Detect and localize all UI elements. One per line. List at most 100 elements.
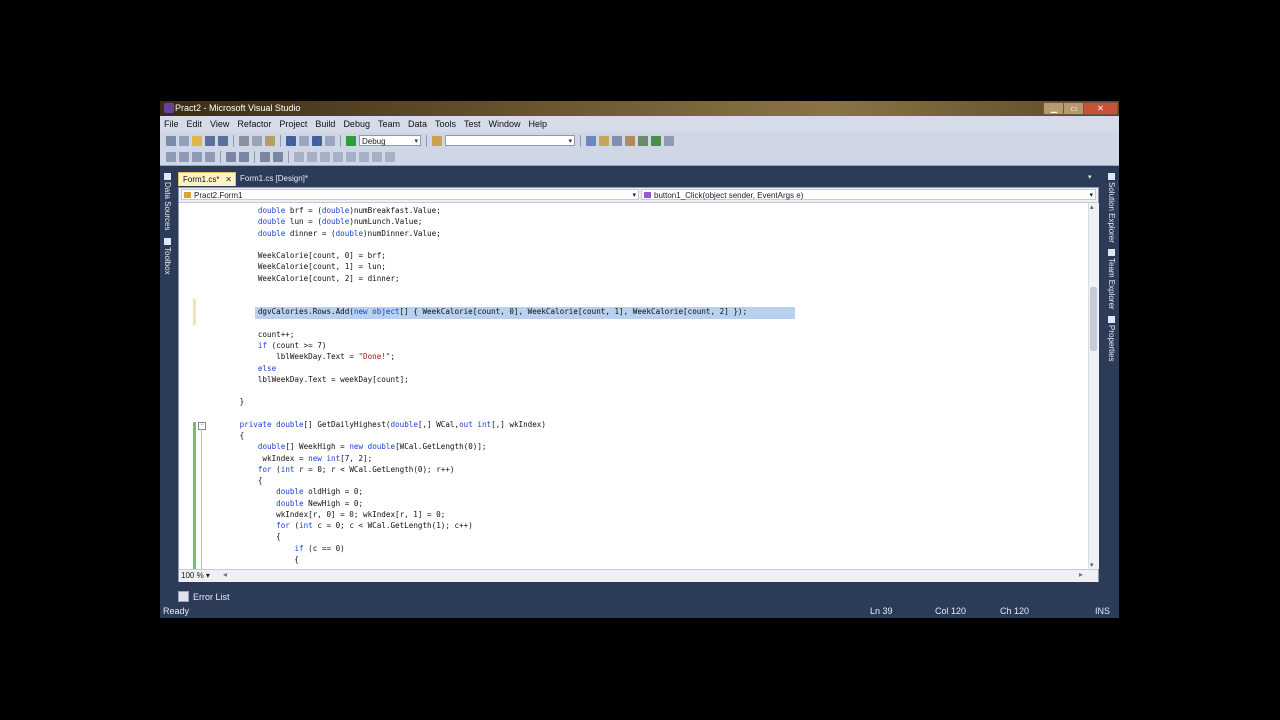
find-in-files-icon[interactable]	[432, 135, 442, 146]
start-debugging-icon[interactable]	[346, 135, 356, 146]
command-window-icon[interactable]	[664, 135, 674, 146]
menu-edit[interactable]: Edit	[187, 119, 203, 129]
toolbox-tab[interactable]: Toolbox	[163, 247, 172, 275]
code-text-area[interactable]: double brf = (double)numBreakfast.Value;…	[203, 205, 1088, 567]
scroll-up-icon[interactable]: ▴	[1090, 203, 1094, 211]
code-line[interactable]: {	[203, 430, 245, 441]
scroll-left-icon[interactable]: ◂	[223, 570, 227, 579]
code-line[interactable]: wkIndex = new int[7, 2];	[203, 453, 372, 464]
parameter-info-icon[interactable]	[179, 152, 189, 162]
display-object-member-list-icon[interactable]	[166, 152, 176, 162]
next-bookmark-folder-icon[interactable]	[346, 152, 356, 162]
add-item-icon[interactable]	[179, 135, 189, 146]
type-dropdown[interactable]: Pract2.Form1 ▾	[181, 189, 639, 200]
code-line[interactable]: {	[203, 554, 299, 565]
code-line[interactable]: double dinner = (double)numDinner.Value;	[203, 228, 441, 239]
navigate-backward-icon[interactable]	[312, 135, 322, 146]
scroll-thumb[interactable]	[1090, 287, 1097, 351]
clear-bookmarks-icon[interactable]	[385, 152, 395, 162]
start-page-icon[interactable]	[638, 135, 648, 146]
increase-indent-icon[interactable]	[239, 152, 249, 162]
code-line[interactable]: {	[203, 475, 263, 486]
paste-icon[interactable]	[265, 135, 275, 146]
word-completion-icon[interactable]	[205, 152, 215, 162]
tab-list-dropdown-icon[interactable]: ▾	[1088, 173, 1092, 181]
scroll-right-icon[interactable]: ▸	[1079, 570, 1083, 579]
zoom-level[interactable]: 100 % ▾	[181, 571, 210, 580]
menu-data[interactable]: Data	[408, 119, 427, 129]
solution-explorer-tab[interactable]: Solution Explorer	[1107, 182, 1116, 243]
open-file-icon[interactable]	[192, 135, 202, 146]
menu-file[interactable]: File	[164, 119, 179, 129]
menu-test[interactable]: Test	[464, 119, 481, 129]
code-line[interactable]: lblWeekDay.Text = "Done!";	[203, 351, 395, 362]
code-line[interactable]: oldHigh = WCal[r, c];	[203, 565, 409, 567]
code-line[interactable]: if (count >= 7)	[203, 340, 327, 351]
code-line[interactable]: wkIndex[r, 0] = 0; wkIndex[r, 1] = 0;	[203, 509, 445, 520]
code-line[interactable]: WeekCalorie[count, 2] = dinner;	[203, 273, 400, 284]
cut-icon[interactable]	[239, 135, 249, 146]
uncomment-lines-icon[interactable]	[273, 152, 283, 162]
properties-tab[interactable]: Properties	[1107, 325, 1116, 361]
menu-help[interactable]: Help	[529, 119, 548, 129]
undo-icon[interactable]	[286, 135, 296, 146]
redo-icon[interactable]	[299, 135, 309, 146]
code-line[interactable]: WeekCalorie[count, 1] = lun;	[203, 261, 386, 272]
comment-lines-icon[interactable]	[260, 152, 270, 162]
next-bookmark-icon[interactable]	[320, 152, 330, 162]
code-line[interactable]: double[] WeekHigh = new double[WCal.GetL…	[203, 441, 487, 452]
properties-icon[interactable]	[599, 135, 609, 146]
code-line[interactable]: if (c == 0)	[203, 543, 344, 554]
member-dropdown[interactable]: button1_Click(object sender, EventArgs e…	[641, 189, 1096, 200]
code-line[interactable]: dgvCalories.Rows.Add(new object[] { Week…	[203, 306, 747, 317]
previous-bookmark-icon[interactable]	[307, 152, 317, 162]
team-explorer-tab[interactable]: Team Explorer	[1107, 258, 1116, 310]
object-browser-icon[interactable]	[612, 135, 622, 146]
solution-configuration-select[interactable]: Debug ▾	[359, 135, 421, 146]
previous-bookmark-folder-icon[interactable]	[333, 152, 343, 162]
error-list-tab[interactable]: Error List	[178, 590, 230, 603]
code-line[interactable]: double brf = (double)numBreakfast.Value;	[203, 205, 441, 216]
toggle-bookmark-icon[interactable]	[294, 152, 304, 162]
navigate-forward-icon[interactable]	[325, 135, 335, 146]
find-combo[interactable]: ▾	[445, 135, 575, 146]
copy-icon[interactable]	[252, 135, 262, 146]
code-line[interactable]: {	[203, 531, 281, 542]
scroll-down-icon[interactable]: ▾	[1090, 561, 1094, 569]
toolbox-icon[interactable]	[625, 135, 635, 146]
code-line[interactable]: lblWeekDay.Text = weekDay[count];	[203, 374, 409, 385]
next-bookmark-document-icon[interactable]	[372, 152, 382, 162]
menu-debug[interactable]: Debug	[343, 119, 370, 129]
code-line[interactable]: for (int r = 0; r < WCal.GetLength(0); r…	[203, 464, 455, 475]
code-line[interactable]: }	[203, 396, 245, 407]
data-sources-tab[interactable]: Data Sources	[163, 182, 172, 230]
vertical-scrollbar[interactable]: ▴ ▾	[1088, 203, 1099, 569]
code-line[interactable]: else	[203, 363, 276, 374]
solution-explorer-icon[interactable]	[586, 135, 596, 146]
close-tab-icon[interactable]: ✕	[225, 173, 232, 187]
new-project-icon[interactable]	[166, 135, 176, 146]
menu-view[interactable]: View	[210, 119, 229, 129]
minimize-button[interactable]: ▁	[1043, 102, 1065, 115]
tab-form1-design[interactable]: Form1.cs [Design]*	[236, 172, 326, 186]
previous-bookmark-document-icon[interactable]	[359, 152, 369, 162]
save-icon[interactable]	[205, 135, 215, 146]
code-line[interactable]: for (int c = 0; c < WCal.GetLength(1); c…	[203, 520, 473, 531]
decrease-indent-icon[interactable]	[226, 152, 236, 162]
menu-project[interactable]: Project	[279, 119, 307, 129]
menu-refactor[interactable]: Refactor	[237, 119, 271, 129]
menu-window[interactable]: Window	[489, 119, 521, 129]
horizontal-scrollbar[interactable]: ◂ ▸	[223, 570, 1083, 580]
code-line[interactable]: double lun = (double)numLunch.Value;	[203, 216, 423, 227]
code-line[interactable]: private double[] GetDailyHighest(double[…	[203, 419, 546, 430]
tab-form1-cs[interactable]: Form1.cs* ✕	[178, 172, 236, 186]
save-all-icon[interactable]	[218, 135, 228, 146]
code-line[interactable]: count++;	[203, 329, 295, 340]
menu-build[interactable]: Build	[315, 119, 335, 129]
extension-manager-icon[interactable]	[651, 135, 661, 146]
code-line[interactable]: WeekCalorie[count, 0] = brf;	[203, 250, 386, 261]
maximize-button[interactable]: ▭	[1063, 102, 1085, 115]
quick-info-icon[interactable]	[192, 152, 202, 162]
code-line[interactable]: double NewHigh = 0;	[203, 498, 363, 509]
code-line[interactable]: double oldHigh = 0;	[203, 486, 363, 497]
